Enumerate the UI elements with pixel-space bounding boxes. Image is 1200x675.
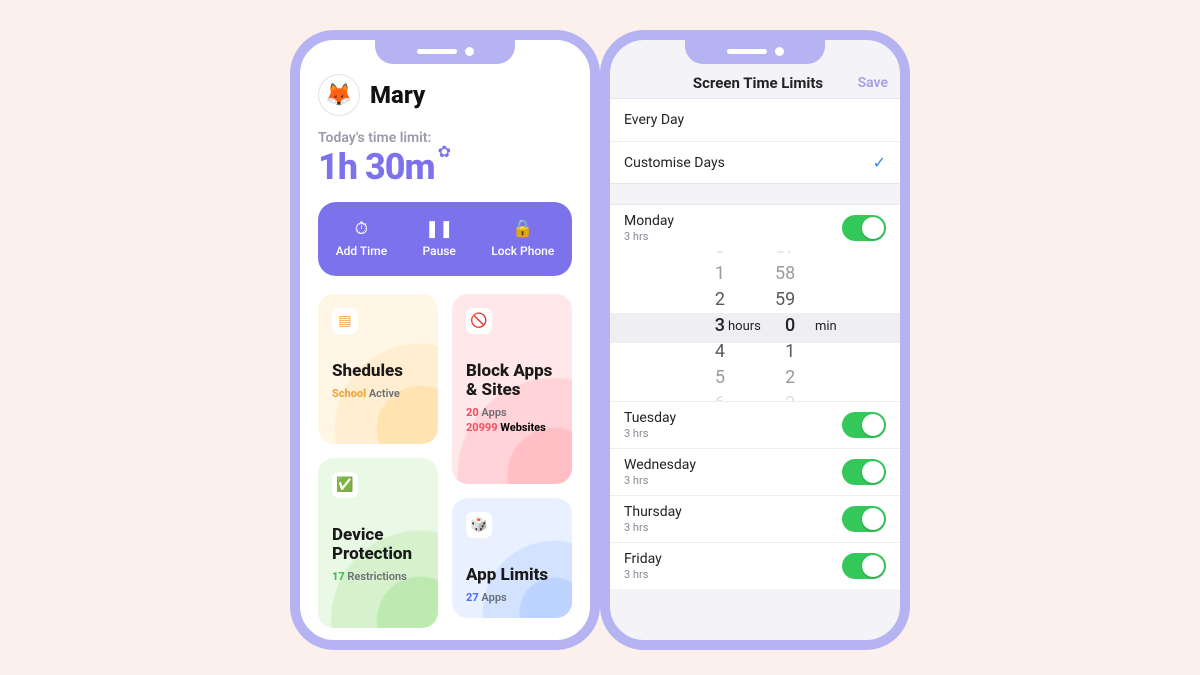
screen-time-limits-phone: Screen Time Limits Save Every Day Custom… bbox=[600, 30, 910, 650]
time-picker[interactable]: 0 1 2 3 4 5 6 57 58 59 0 1 2 bbox=[610, 251, 900, 401]
shield-check-icon: ✅ bbox=[332, 472, 358, 498]
checkmark-icon: ✓ bbox=[873, 153, 886, 172]
min-unit-label: min bbox=[815, 319, 837, 334]
card-device-protection[interactable]: ✅ Device Protection 17 Restrictions bbox=[318, 458, 438, 628]
day-name: Wednesday bbox=[624, 457, 696, 473]
mode-every-day-label: Every Day bbox=[624, 112, 684, 128]
card-apps-text: Apps bbox=[481, 406, 506, 419]
card-schedules[interactable]: ▤ Shedules School Active bbox=[318, 294, 438, 444]
card-value-text: Active bbox=[369, 387, 400, 400]
mode-customise-days-label: Customise Days bbox=[624, 155, 725, 171]
calendar-icon: ▤ bbox=[332, 308, 358, 334]
phone-notch bbox=[375, 38, 515, 64]
card-app-limits[interactable]: 🎲 App Limits 27 Apps bbox=[452, 498, 572, 618]
day-toggle-wednesday[interactable] bbox=[842, 459, 886, 485]
card-apps-value: 20 bbox=[466, 406, 479, 419]
card-title: Block Apps & Sites bbox=[466, 362, 558, 400]
settings-icon[interactable]: ✿ bbox=[438, 142, 451, 161]
day-name: Monday bbox=[624, 213, 674, 229]
day-toggle-tuesday[interactable] bbox=[842, 412, 886, 438]
mode-customise-days[interactable]: Customise Days ✓ bbox=[610, 141, 900, 183]
hours-unit-label: hours bbox=[728, 319, 761, 334]
time-limit-value: 1h 30m bbox=[318, 146, 435, 188]
action-label: Pause bbox=[423, 244, 456, 258]
avatar: 🦊 bbox=[318, 74, 360, 116]
day-value: 3 hrs bbox=[624, 474, 696, 487]
dice-icon: 🎲 bbox=[466, 512, 492, 538]
lock-icon: 🔒 bbox=[512, 221, 533, 238]
timer-icon: ⏱ bbox=[355, 221, 368, 238]
day-toggle-thursday[interactable] bbox=[842, 506, 886, 532]
profile-name: Mary bbox=[370, 81, 425, 109]
card-value: School bbox=[332, 387, 366, 400]
dashboard-phone: 🦊 Mary Today's time limit: 1h 30m ✿ ⏱ Ad… bbox=[290, 30, 600, 650]
pause-button[interactable]: ❚❚ Pause bbox=[423, 221, 456, 258]
block-icon: 🚫 bbox=[466, 308, 492, 334]
card-sites-text: Websites bbox=[500, 421, 545, 434]
add-time-button[interactable]: ⏱ Add Time bbox=[336, 221, 387, 258]
card-title: Shedules bbox=[332, 362, 424, 381]
days-list: Monday 3 hrs 0 1 2 3 4 5 6 bbox=[610, 204, 900, 589]
day-row-tuesday[interactable]: Tuesday 3 hrs bbox=[610, 401, 900, 448]
action-label: Add Time bbox=[336, 244, 387, 258]
card-title: Device Protection bbox=[332, 526, 424, 564]
day-name: Friday bbox=[624, 551, 662, 567]
day-value: 3 hrs bbox=[624, 521, 682, 534]
pause-icon: ❚❚ bbox=[425, 221, 454, 238]
card-value: 17 bbox=[332, 570, 345, 583]
hours-wheel[interactable]: 0 1 2 3 4 5 6 bbox=[715, 251, 725, 401]
day-value: 3 hrs bbox=[624, 568, 662, 581]
day-row-friday[interactable]: Friday 3 hrs bbox=[610, 542, 900, 589]
day-toggle-monday[interactable] bbox=[842, 215, 886, 241]
minutes-wheel[interactable]: 57 58 59 0 1 2 3 bbox=[775, 251, 795, 401]
day-value: 3 hrs bbox=[624, 427, 676, 440]
day-row-wednesday[interactable]: Wednesday 3 hrs bbox=[610, 448, 900, 495]
card-value: 27 bbox=[466, 591, 479, 604]
mode-every-day[interactable]: Every Day bbox=[610, 99, 900, 141]
action-label: Lock Phone bbox=[491, 244, 554, 258]
page-title: Screen Time Limits bbox=[693, 74, 823, 92]
day-toggle-friday[interactable] bbox=[842, 553, 886, 579]
mode-selector-list: Every Day Customise Days ✓ bbox=[610, 98, 900, 184]
quick-actions-bar: ⏱ Add Time ❚❚ Pause 🔒 Lock Phone bbox=[318, 202, 572, 276]
card-title: App Limits bbox=[466, 566, 558, 585]
day-name: Tuesday bbox=[624, 410, 676, 426]
card-value-text: Restrictions bbox=[347, 570, 406, 583]
day-value: 3 hrs bbox=[624, 230, 674, 243]
profile-header[interactable]: 🦊 Mary bbox=[318, 74, 572, 116]
day-row-thursday[interactable]: Thursday 3 hrs bbox=[610, 495, 900, 542]
save-button[interactable]: Save bbox=[858, 75, 888, 91]
card-value-text: Apps bbox=[481, 591, 506, 604]
card-sites-value: 20999 bbox=[466, 421, 498, 434]
card-block-apps-sites[interactable]: 🚫 Block Apps & Sites 20 Apps 20999 Websi… bbox=[452, 294, 572, 484]
day-name: Thursday bbox=[624, 504, 682, 520]
day-row-monday[interactable]: Monday 3 hrs bbox=[610, 205, 900, 251]
phone-notch bbox=[685, 38, 825, 64]
lock-phone-button[interactable]: 🔒 Lock Phone bbox=[491, 221, 554, 258]
